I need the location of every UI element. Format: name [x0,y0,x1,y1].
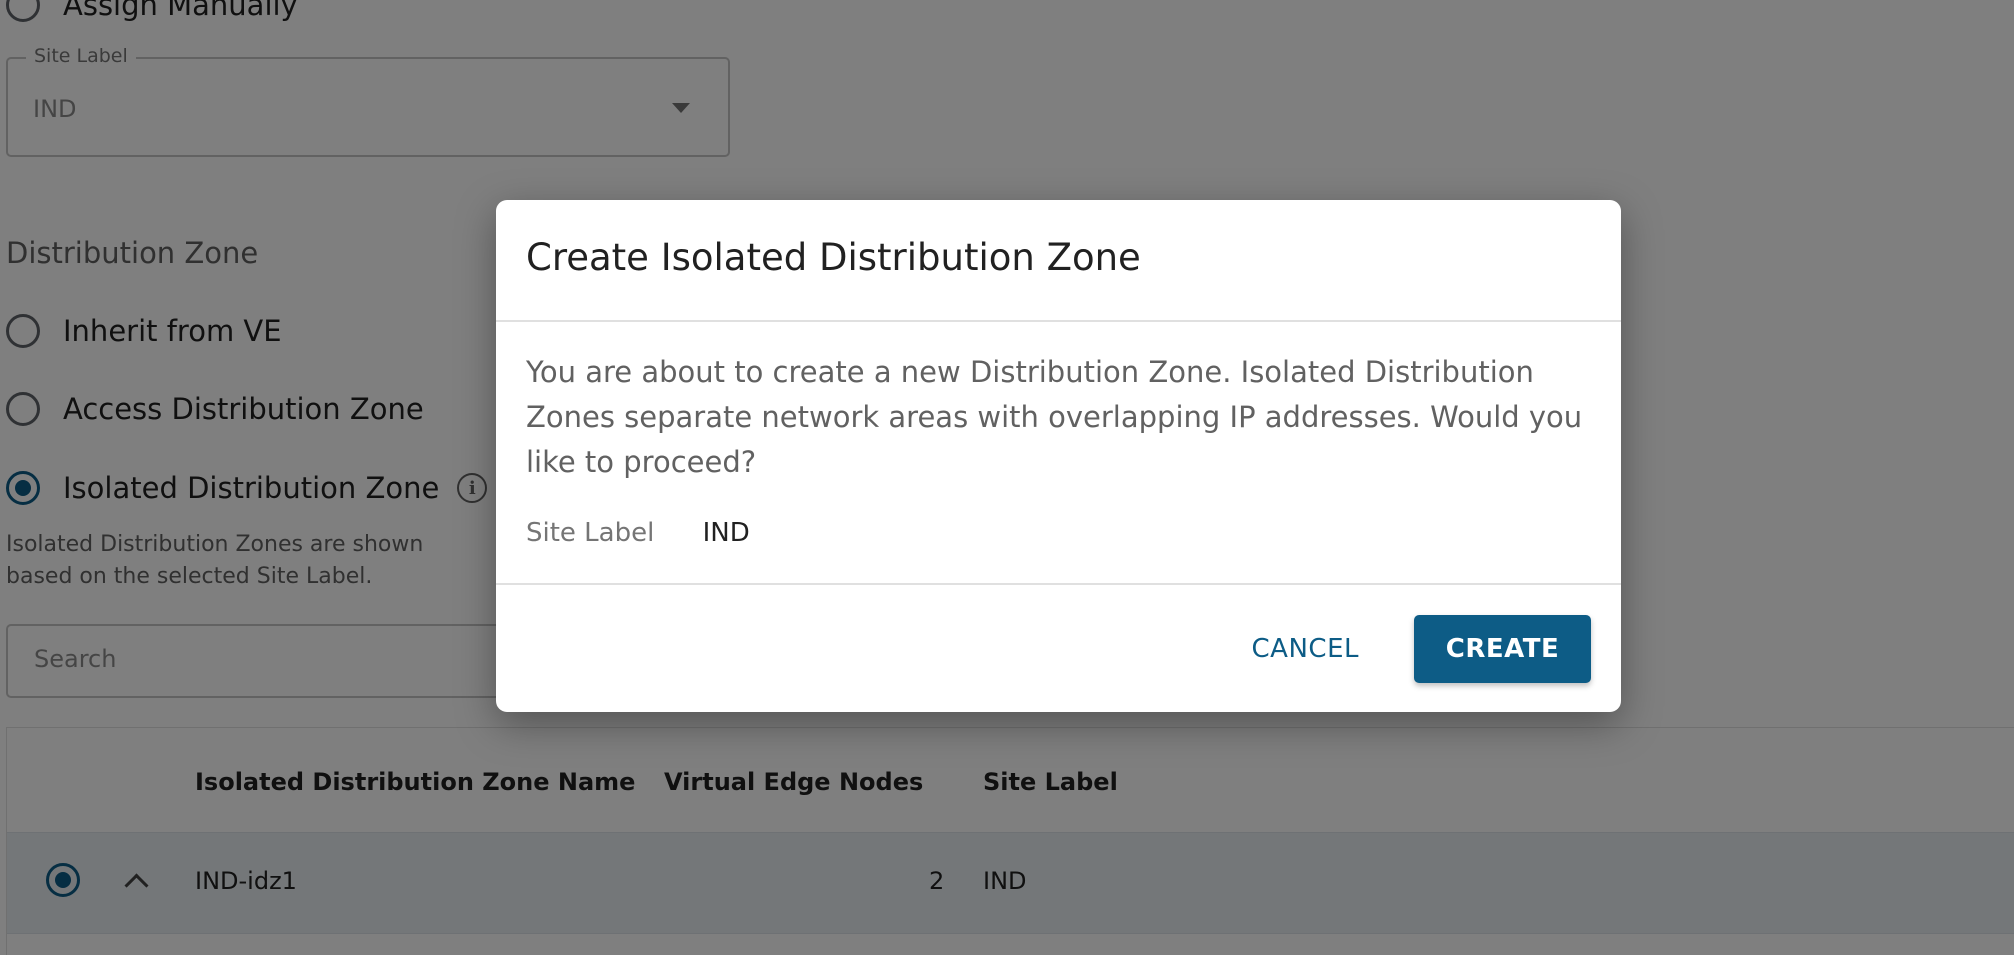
cancel-button[interactable]: CANCEL [1230,615,1381,683]
dialog-divider [496,583,1621,585]
site-label-value: IND [702,518,750,548]
create-button[interactable]: CREATE [1414,615,1591,683]
create-zone-dialog: Create Isolated Distribution Zone You ar… [496,200,1621,712]
dialog-site-label: Site Label IND [526,518,750,548]
dialog-message: You are about to create a new Distributi… [526,355,1583,479]
dialog-divider [496,320,1621,322]
dialog-title: Create Isolated Distribution Zone [526,236,1141,279]
page: Assign Manually Site Label IND Distribut… [0,0,2014,955]
site-label-key: Site Label [526,518,655,548]
